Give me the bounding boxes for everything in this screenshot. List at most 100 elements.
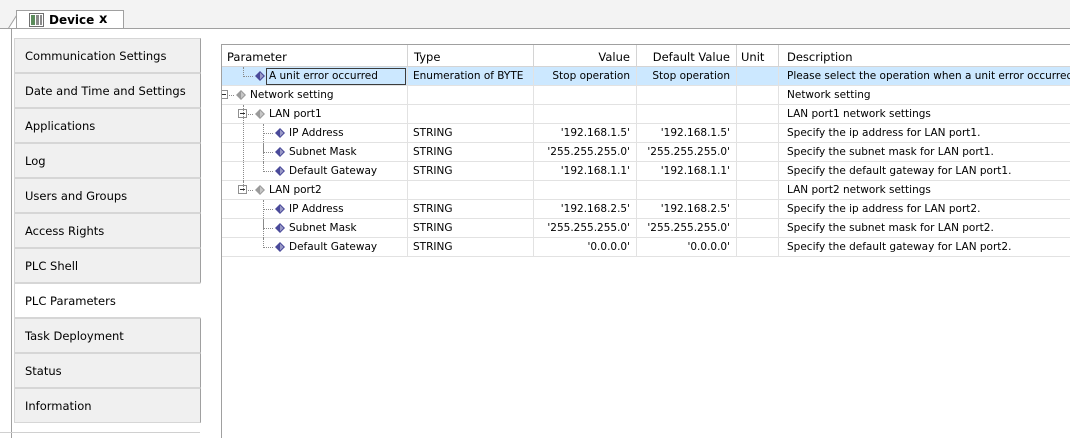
cell-value[interactable]: '0.0.0.0': [534, 238, 637, 257]
description-text: Please select the operation when a unit …: [787, 70, 1070, 82]
parameter-label: Default Gateway: [289, 165, 378, 177]
parameter-icon: [275, 223, 285, 233]
cell-type: STRING: [408, 124, 534, 143]
cell-default: '192.168.1.5': [637, 124, 737, 143]
column-header-unit[interactable]: Unit: [737, 45, 779, 67]
cell-type: STRING: [408, 162, 534, 181]
cell-parameter: Default Gateway: [222, 238, 408, 257]
focus-rectangle: [266, 68, 406, 85]
type-text: STRING: [413, 222, 453, 234]
sidebar-item-label: Users and Groups: [25, 189, 128, 203]
column-header-default-value[interactable]: Default Value: [637, 45, 737, 67]
tree-connector: [263, 228, 273, 229]
tree-connector: [263, 209, 273, 210]
description-text: Specify the subnet mask for LAN port2.: [787, 222, 994, 234]
value-text: '255.255.255.0': [547, 146, 630, 158]
sidebar-item-access-rights[interactable]: Access Rights: [14, 213, 201, 248]
parameter-icon: [275, 242, 285, 252]
value-text: '0.0.0.0': [587, 241, 630, 253]
sidebar-item-plc-parameters[interactable]: PLC Parameters: [14, 283, 201, 318]
parameter-icon: [275, 166, 285, 176]
sidebar-item-label: Task Deployment: [25, 329, 124, 343]
cell-description: Specify the ip address for LAN port1.: [779, 124, 1070, 143]
cell-unit: [737, 67, 779, 86]
column-header-type[interactable]: Type: [408, 45, 534, 67]
table-row[interactable]: Network setting Network setting: [222, 86, 1070, 105]
cell-type: Enumeration of BYTE: [408, 67, 534, 86]
cell-value[interactable]: [534, 105, 637, 124]
cell-description: Specify the subnet mask for LAN port2.: [779, 219, 1070, 238]
close-icon[interactable]: x: [99, 12, 107, 27]
description-text: Specify the subnet mask for LAN port1.: [787, 146, 994, 158]
table-row[interactable]: IP Address STRING '192.168.2.5' '192.168.2.…: [222, 200, 1070, 219]
sidebar-item-label: Date and Time and Settings: [25, 84, 186, 98]
parameter-label: LAN port1: [269, 108, 322, 120]
tree-connector: [263, 171, 273, 172]
description-text: Specify the default gateway for LAN port…: [787, 241, 1012, 253]
cell-parameter: Default Gateway: [222, 162, 408, 181]
sidebar-item-task-deployment[interactable]: Task Deployment: [14, 318, 201, 353]
cell-parameter: IP Address: [222, 124, 408, 143]
cell-unit: [737, 219, 779, 238]
sidebar-item-applications[interactable]: Applications: [14, 108, 201, 143]
cell-parameter: A unit error occurred: [222, 67, 408, 86]
sidebar-item-label: Information: [25, 399, 92, 413]
tree-connector: [243, 67, 244, 77]
column-header-parameter[interactable]: Parameter: [222, 45, 408, 67]
description-text: LAN port1 network settings: [787, 108, 931, 120]
cell-value[interactable]: '192.168.2.5': [534, 200, 637, 219]
sidebar-item-information[interactable]: Information: [14, 388, 201, 423]
cell-value[interactable]: '255.255.255.0': [534, 219, 637, 238]
sidebar-item-status[interactable]: Status: [14, 353, 201, 388]
cell-type: STRING: [408, 219, 534, 238]
sidebar-item-date-and-time-and-settings[interactable]: Date and Time and Settings: [14, 73, 201, 108]
table-row[interactable]: Subnet Mask STRING '255.255.255.0' '255.255…: [222, 219, 1070, 238]
sidebar-item-communication-settings[interactable]: Communication Settings: [14, 38, 201, 73]
cell-value[interactable]: [534, 86, 637, 105]
cell-type: STRING: [408, 143, 534, 162]
column-header-value[interactable]: Value: [534, 45, 637, 67]
cell-default: '0.0.0.0': [637, 238, 737, 257]
sidebar-item-users-and-groups[interactable]: Users and Groups: [14, 178, 201, 213]
collapse-icon[interactable]: [222, 90, 228, 99]
cell-type: [408, 181, 534, 200]
cell-default: '255.255.255.0': [637, 219, 737, 238]
table-row[interactable]: Subnet Mask STRING '255.255.255.0' '255.255…: [222, 143, 1070, 162]
cell-type: [408, 105, 534, 124]
default-text: '255.255.255.0': [647, 146, 730, 158]
table-row[interactable]: A unit error occurred Enumeration of BYTE…: [222, 67, 1070, 86]
table-row[interactable]: IP Address STRING '192.168.1.5' '192.168.1.…: [222, 124, 1070, 143]
cell-value[interactable]: [534, 181, 637, 200]
sidebar-item-plc-shell[interactable]: PLC Shell: [14, 248, 201, 283]
type-text: STRING: [413, 241, 453, 253]
table-row[interactable]: LAN port2 LAN port2 network settings: [222, 181, 1070, 200]
cell-unit: [737, 124, 779, 143]
cell-default: '192.168.1.1': [637, 162, 737, 181]
cell-value[interactable]: Stop operation: [534, 67, 637, 86]
cell-default: '255.255.255.0': [637, 143, 737, 162]
cell-default: Stop operation: [637, 67, 737, 86]
cell-value[interactable]: '192.168.1.1': [534, 162, 637, 181]
cell-unit: [737, 238, 779, 257]
value-text: '192.168.1.1': [560, 165, 630, 177]
cell-parameter: Subnet Mask: [222, 143, 408, 162]
tree-connector: [263, 247, 273, 248]
column-header-description[interactable]: Description: [779, 45, 1070, 67]
parameter-icon: [275, 128, 285, 138]
cell-value[interactable]: '192.168.1.5': [534, 124, 637, 143]
table-row[interactable]: Default Gateway STRING '192.168.1.1' '192.1…: [222, 162, 1070, 181]
cell-unit: [737, 200, 779, 219]
parameter-label: LAN port2: [269, 184, 322, 196]
default-text: '192.168.1.1': [660, 165, 730, 177]
cell-description: LAN port2 network settings: [779, 181, 1070, 200]
table-row[interactable]: LAN port1 LAN port1 network settings: [222, 105, 1070, 124]
table-row[interactable]: Default Gateway STRING '0.0.0.0' '0.0.0.0' S…: [222, 238, 1070, 257]
cell-default: [637, 86, 737, 105]
tree-connector: [263, 124, 264, 172]
cell-parameter: LAN port1: [222, 105, 408, 124]
cell-value[interactable]: '255.255.255.0': [534, 143, 637, 162]
cell-unit: [737, 143, 779, 162]
device-tab[interactable]: Device x: [16, 10, 124, 29]
sidebar-item-log[interactable]: Log: [14, 143, 201, 178]
cell-default: '192.168.2.5': [637, 200, 737, 219]
